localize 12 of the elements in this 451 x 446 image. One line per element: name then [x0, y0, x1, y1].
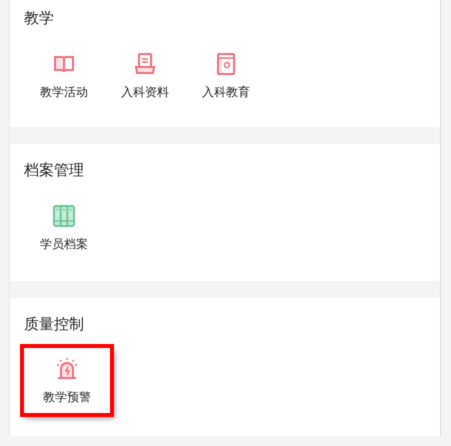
menu-tile[interactable]: 入科资料 [105, 52, 185, 101]
section-title: 档案管理 [24, 161, 84, 179]
section-title: 质量控制 [24, 315, 84, 333]
siren-icon [55, 357, 79, 381]
menu-tile[interactable]: 入科教育 [186, 52, 266, 101]
menu-tile[interactable]: 教学活动 [24, 52, 104, 101]
book-icon [214, 52, 238, 76]
section-title: 教学 [24, 9, 54, 27]
highlighted-menu-tile[interactable]: 教学预警 [23, 347, 111, 414]
binders-icon [52, 204, 76, 228]
document-tray-icon [133, 52, 157, 76]
menu-tile[interactable]: 学员档案 [24, 204, 104, 253]
